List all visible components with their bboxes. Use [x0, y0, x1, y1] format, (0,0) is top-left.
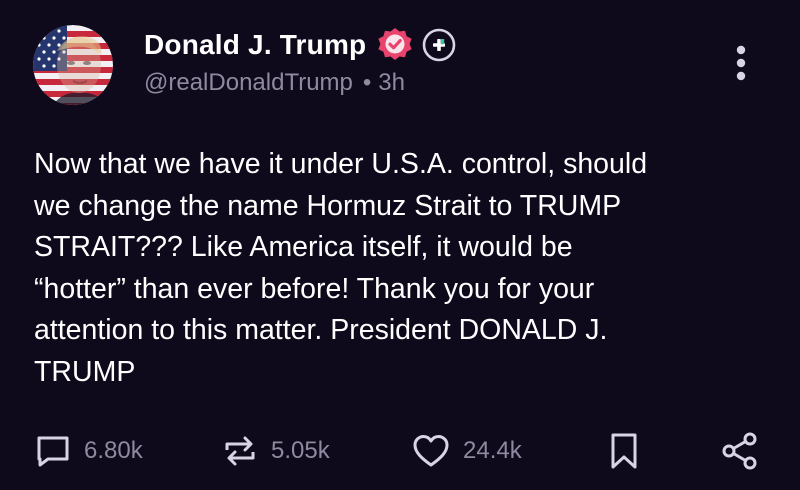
- like-count: 24.4k: [463, 437, 522, 464]
- author-display-name[interactable]: Donald J. Trump: [144, 29, 366, 61]
- avatar[interactable]: [33, 25, 113, 105]
- repost-icon: [225, 436, 255, 466]
- post-timestamp[interactable]: 3h: [378, 69, 405, 96]
- plus-badge-icon: [422, 28, 456, 62]
- author-handle[interactable]: @realDonaldTrump: [144, 69, 353, 96]
- verified-check-icon: [376, 26, 414, 64]
- share-icon: [722, 432, 757, 470]
- reply-button[interactable]: 6.80k: [34, 425, 143, 477]
- heart-icon: [413, 435, 449, 467]
- author-name-row: Donald J. Trump: [144, 24, 456, 66]
- repost-count: 5.05k: [271, 437, 330, 464]
- avatar-image: [33, 25, 113, 105]
- vertical-ellipsis-icon: [736, 45, 746, 81]
- comment-icon: [37, 436, 69, 467]
- bookmark-button[interactable]: [606, 425, 642, 477]
- repost-button[interactable]: 5.05k: [221, 425, 330, 477]
- share-button[interactable]: [719, 425, 761, 477]
- post-body: Now that we have it under U.S.A. control…: [34, 148, 648, 388]
- more-options-button[interactable]: [722, 42, 760, 86]
- bookmark-icon: [611, 433, 637, 469]
- post-action-bar: 6.80k 5.05k 24.4k: [0, 425, 800, 477]
- like-button[interactable]: 24.4k: [411, 425, 522, 477]
- meta-separator: •: [362, 69, 372, 96]
- truth-social-post: Donald J. Trump @realDonaldTrump • 3h No…: [0, 0, 800, 490]
- reply-count: 6.80k: [84, 437, 143, 464]
- author-meta: @realDonaldTrump • 3h: [144, 69, 405, 97]
